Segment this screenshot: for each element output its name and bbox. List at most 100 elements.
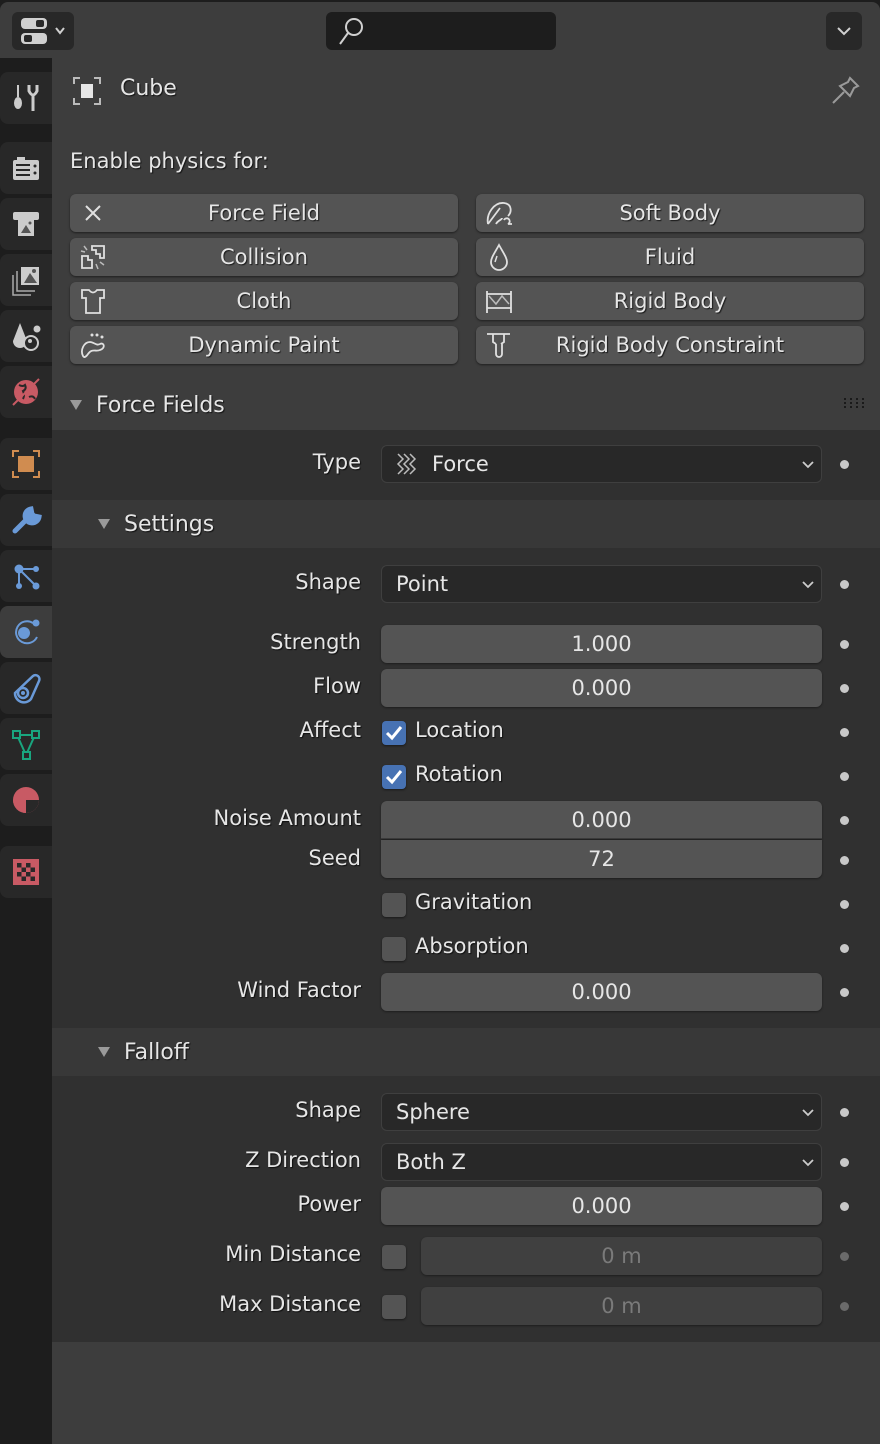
shape-dropdown[interactable]: Point — [381, 565, 822, 603]
scene-icon — [13, 323, 41, 351]
checkmark-icon — [385, 770, 403, 785]
soft-body-button[interactable]: Soft Body — [476, 194, 864, 232]
location-checkbox[interactable] — [382, 721, 406, 745]
tab-tool[interactable] — [0, 72, 52, 124]
tab-physics[interactable] — [0, 606, 52, 658]
force-wave-icon — [396, 453, 417, 475]
absorption-checkbox[interactable] — [382, 937, 406, 961]
settings-subpanel-header[interactable]: Settings — [52, 500, 880, 548]
tab-constraints[interactable] — [0, 662, 52, 714]
editor-type-button[interactable] — [12, 12, 74, 50]
properties-tabs — [0, 58, 52, 1444]
rotation-checkbox[interactable] — [382, 765, 406, 789]
tab-material[interactable] — [0, 774, 52, 826]
keyframe-dot[interactable] — [840, 684, 849, 693]
min-distance-value: 0 m — [601, 1244, 642, 1268]
max-distance-field[interactable]: 0 m — [421, 1287, 822, 1325]
tab-output[interactable] — [0, 198, 52, 250]
mesh-data-icon — [12, 730, 40, 760]
tab-view-layer[interactable] — [0, 254, 52, 306]
dynamic-paint-button[interactable]: Dynamic Paint — [70, 326, 458, 364]
close-x-icon — [85, 205, 101, 221]
tab-modifiers[interactable] — [0, 494, 52, 546]
collision-button[interactable]: Collision — [70, 238, 458, 276]
gravitation-label[interactable]: Gravitation — [415, 890, 532, 914]
falloff-subpanel-header[interactable]: Falloff — [52, 1028, 880, 1076]
chevron-down-icon — [802, 1159, 814, 1167]
force-fields-panel-header[interactable]: Force Fields — [52, 380, 880, 430]
noise-amount-value: 0.000 — [571, 807, 632, 832]
keyframe-dot[interactable] — [840, 640, 849, 649]
flow-value: 0.000 — [571, 676, 632, 700]
drag-grip-icon[interactable] — [844, 398, 864, 408]
keyframe-dot[interactable] — [840, 580, 849, 589]
search-icon — [339, 18, 363, 45]
location-label[interactable]: Location — [415, 718, 504, 742]
rigid-body-button[interactable]: Rigid Body — [476, 282, 864, 320]
cloth-button[interactable]: Cloth — [70, 282, 458, 320]
strength-field[interactable]: 1.000 — [381, 625, 822, 663]
power-field[interactable]: 0.000 — [381, 1187, 822, 1225]
wind-factor-field[interactable]: 0.000 — [381, 973, 822, 1011]
texture-icon — [13, 859, 39, 885]
seed-field[interactable]: 72 — [381, 840, 822, 878]
keyframe-dot[interactable] — [840, 1202, 849, 1211]
button-label: Soft Body — [619, 201, 721, 225]
object-icon — [73, 77, 101, 105]
tab-world[interactable] — [0, 366, 52, 418]
pin-icon[interactable] — [828, 74, 862, 108]
power-label: Power — [297, 1192, 362, 1216]
tab-render[interactable] — [0, 142, 52, 194]
keyframe-dot[interactable] — [840, 772, 849, 781]
gravitation-checkbox[interactable] — [382, 893, 406, 917]
shape-value: Point — [396, 572, 449, 596]
keyframe-dot[interactable] — [840, 816, 849, 825]
flow-field[interactable]: 0.000 — [381, 669, 822, 707]
keyframe-dot[interactable] — [840, 460, 849, 469]
falloff-shape-value: Sphere — [396, 1100, 470, 1124]
tab-object[interactable] — [0, 438, 52, 490]
keyframe-dot[interactable] — [840, 988, 849, 997]
noise-amount-field[interactable]: 0.000 — [381, 801, 822, 839]
output-icon — [13, 212, 39, 236]
fluid-button[interactable]: Fluid — [476, 238, 864, 276]
subpanel-title: Falloff — [124, 1039, 189, 1065]
rigid-body-constraint-icon — [487, 333, 510, 358]
tab-scene[interactable] — [0, 310, 52, 362]
keyframe-dot[interactable] — [840, 1158, 849, 1167]
absorption-label[interactable]: Absorption — [415, 934, 529, 958]
z-direction-dropdown[interactable]: Both Z — [381, 1143, 822, 1181]
options-dropdown-button[interactable] — [826, 12, 862, 50]
render-icon — [13, 157, 39, 180]
type-dropdown[interactable]: Force — [381, 445, 822, 483]
search-input[interactable] — [326, 12, 556, 50]
force-field-button[interactable]: Force Field — [70, 194, 458, 232]
tab-texture[interactable] — [0, 846, 52, 898]
particles-icon — [14, 564, 40, 590]
wind-factor-label: Wind Factor — [237, 978, 361, 1002]
chevron-down-icon — [837, 27, 851, 36]
falloff-shape-dropdown[interactable]: Sphere — [381, 1093, 822, 1131]
keyframe-dot[interactable] — [840, 1252, 849, 1261]
view-layer-icon — [12, 267, 39, 296]
world-icon — [12, 378, 40, 406]
min-distance-checkbox[interactable] — [382, 1245, 406, 1269]
keyframe-dot[interactable] — [840, 944, 849, 953]
panel-title: Force Fields — [96, 392, 225, 418]
tab-data[interactable] — [0, 718, 52, 770]
rigid-body-constraint-button[interactable]: Rigid Body Constraint — [476, 326, 864, 364]
max-distance-label: Max Distance — [219, 1292, 361, 1316]
keyframe-dot[interactable] — [840, 1108, 849, 1117]
keyframe-dot[interactable] — [840, 1302, 849, 1311]
max-distance-checkbox[interactable] — [382, 1295, 406, 1319]
button-label: Fluid — [644, 245, 696, 269]
tab-particles[interactable] — [0, 550, 52, 602]
strength-value: 1.000 — [571, 632, 632, 656]
keyframe-dot[interactable] — [840, 728, 849, 737]
keyframe-dot[interactable] — [840, 900, 849, 909]
min-distance-field[interactable]: 0 m — [421, 1237, 822, 1275]
rotation-label[interactable]: Rotation — [415, 762, 503, 786]
power-value: 0.000 — [571, 1194, 632, 1218]
keyframe-dot[interactable] — [840, 856, 849, 865]
search-field[interactable] — [370, 16, 550, 46]
